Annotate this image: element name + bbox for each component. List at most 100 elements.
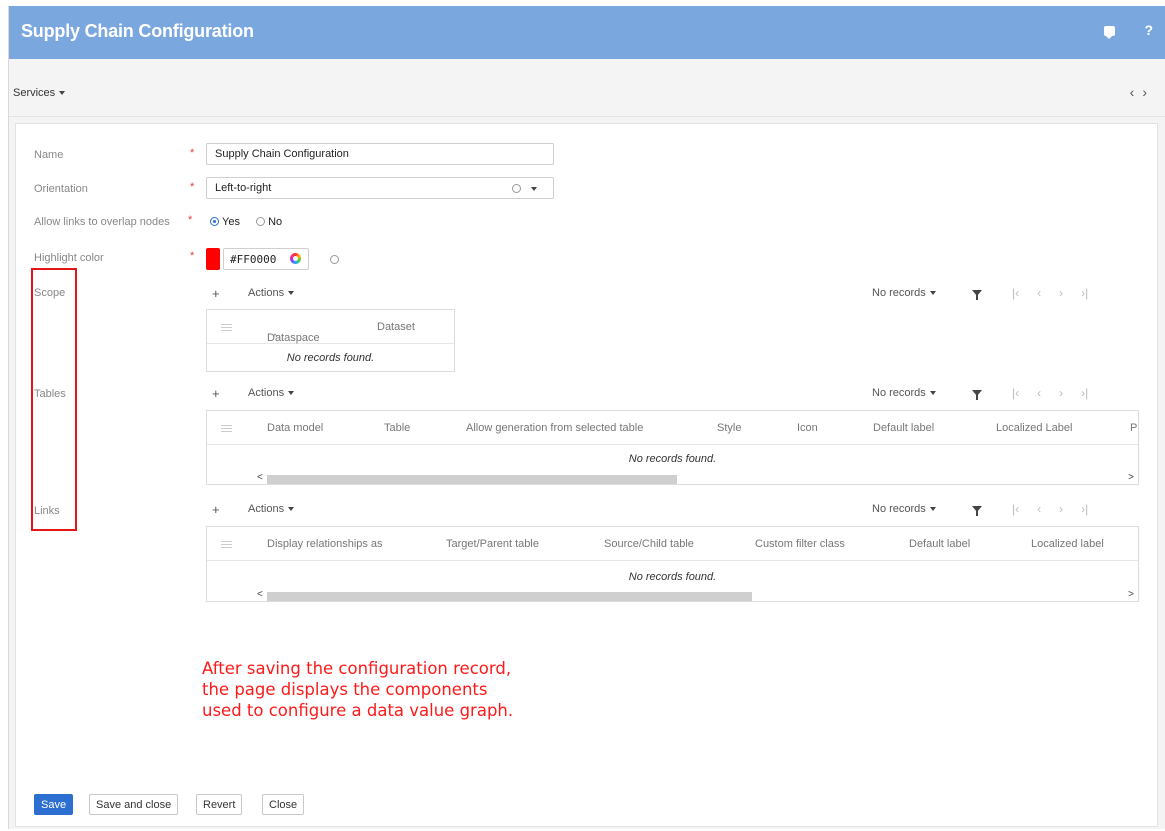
next-page-icon[interactable]: › (1059, 386, 1063, 400)
prev-page-icon[interactable]: ‹ (1037, 286, 1041, 300)
overlap-no-label: No (268, 216, 283, 228)
horizontal-scrollbar[interactable]: < > (207, 472, 1138, 484)
links-actions-menu[interactable]: Actions (248, 503, 295, 515)
services-menu[interactable]: Services (13, 87, 66, 99)
next-page-icon[interactable]: › (1059, 286, 1063, 300)
revert-button[interactable]: Revert (196, 794, 243, 815)
next-page-icon[interactable]: › (1059, 502, 1063, 516)
title-bar: Supply Chain Configuration ? (9, 6, 1165, 59)
filter-icon[interactable] (972, 506, 982, 516)
tables-grid: Data model Table Allow generation from s… (206, 410, 1139, 485)
scope-empty-message: No records found. (286, 352, 375, 364)
annotation-line: the page displays the components (202, 680, 488, 699)
column-menu-icon[interactable] (221, 324, 232, 331)
annotation-note: After saving the configuration record, t… (202, 658, 513, 721)
name-label: Name (34, 149, 64, 161)
column-header[interactable]: Custom filter class (755, 538, 845, 550)
help-icon[interactable]: ? (1144, 22, 1153, 38)
scrollbar-thumb[interactable] (267, 475, 677, 484)
links-grid: Display relationships as Target/Parent t… (206, 526, 1139, 602)
scroll-right-icon[interactable]: > (1128, 472, 1134, 483)
orientation-label: Orientation (34, 183, 88, 195)
links-grid-header: Display relationships as Target/Parent t… (207, 527, 1138, 561)
filter-icon[interactable] (972, 290, 982, 300)
last-page-icon[interactable]: ›| (1081, 386, 1088, 400)
column-header[interactable]: Default label (909, 538, 970, 550)
scope-table-toolbar: + Actions No records |‹ ‹ › ›| (212, 286, 1142, 304)
annotation-line: After saving the configuration record, (202, 659, 512, 678)
overlap-radio-group: Yes No (210, 216, 282, 228)
clear-icon[interactable] (330, 255, 339, 264)
toolbar: Services ‹› (9, 59, 1165, 117)
form-panel: Name * Supply Chain Configuration Orient… (15, 123, 1158, 827)
column-header[interactable]: Target/Parent table (446, 538, 539, 550)
window-title: Supply Chain Configuration (21, 21, 254, 41)
column-header[interactable]: Source/Child table (604, 538, 694, 550)
pager: |‹ ‹ › ›| (1012, 386, 1106, 400)
filter-icon[interactable] (972, 390, 982, 400)
name-required-marker: * (190, 147, 195, 159)
pager: |‹ ‹ › ›| (1012, 502, 1106, 516)
color-swatch[interactable] (206, 248, 220, 270)
app-window: Supply Chain Configuration ? Services ‹›… (8, 6, 1165, 829)
tables-records-menu[interactable]: No records (872, 387, 936, 399)
first-page-icon[interactable]: |‹ (1012, 286, 1019, 300)
first-page-icon[interactable]: |‹ (1012, 502, 1019, 516)
overlap-yes-label: Yes (222, 216, 240, 228)
column-header[interactable]: Localized Label (996, 422, 1072, 434)
column-header[interactable]: Data model (267, 422, 323, 434)
add-icon[interactable]: + (212, 502, 220, 517)
next-record-button[interactable]: › (1142, 84, 1155, 100)
column-header[interactable]: Table (384, 422, 410, 434)
scroll-left-icon[interactable]: < (257, 472, 263, 483)
add-icon[interactable]: + (212, 386, 220, 401)
links-table-toolbar: + Actions No records |‹ ‹ › ›| (212, 502, 1142, 520)
links-records-menu[interactable]: No records (872, 503, 936, 515)
overlap-label: Allow links to overlap nodes (34, 216, 170, 228)
column-header[interactable]: Localized label (1031, 538, 1104, 550)
previous-record-button[interactable]: ‹ (1130, 84, 1143, 100)
overlap-required-marker: * (188, 214, 193, 226)
save-button[interactable]: Save (34, 794, 74, 815)
column-header[interactable]: Icon (797, 422, 818, 434)
scope-actions-menu[interactable]: Actions (248, 287, 295, 299)
save-and-close-button[interactable]: Save and close (89, 794, 179, 815)
scroll-left-icon[interactable]: < (257, 589, 263, 600)
last-page-icon[interactable]: ›| (1081, 502, 1088, 516)
close-button[interactable]: Close (262, 794, 305, 815)
highlight-annotation-box (31, 268, 77, 531)
highlight-label: Highlight color (34, 252, 104, 264)
prev-page-icon[interactable]: ‹ (1037, 502, 1041, 516)
tables-grid-header: Data model Table Allow generation from s… (207, 411, 1138, 445)
last-page-icon[interactable]: ›| (1081, 286, 1088, 300)
orientation-value: Left-to-right (215, 182, 272, 194)
column-header[interactable]: Style (717, 422, 741, 434)
clear-icon[interactable] (512, 184, 521, 193)
name-input[interactable]: Supply Chain Configuration (206, 143, 554, 165)
scroll-right-icon[interactable]: > (1128, 589, 1134, 600)
add-icon[interactable]: + (212, 286, 220, 301)
tables-actions-menu[interactable]: Actions (248, 387, 295, 399)
chevron-down-icon[interactable] (531, 187, 537, 191)
first-page-icon[interactable]: |‹ (1012, 386, 1019, 400)
column-header[interactable]: P (1130, 422, 1137, 434)
column-header[interactable]: Allow generation from selected table (466, 422, 643, 434)
column-header[interactable]: Display relationships as (267, 538, 383, 550)
record-navigation: ‹› (1130, 84, 1155, 100)
overlap-no-radio[interactable] (256, 217, 266, 226)
scrollbar-thumb[interactable] (267, 592, 752, 601)
prev-page-icon[interactable]: ‹ (1037, 386, 1041, 400)
column-header[interactable]: Dataset (377, 321, 415, 333)
annotation-line: used to configure a data value graph. (202, 701, 514, 720)
column-menu-icon[interactable] (221, 541, 232, 548)
overlap-yes-radio[interactable] (210, 217, 219, 226)
pager: |‹ ‹ › ›| (1012, 286, 1106, 300)
chat-icon[interactable] (1104, 26, 1115, 39)
orientation-select[interactable]: Left-to-right (206, 177, 554, 199)
scope-records-menu[interactable]: No records (872, 287, 936, 299)
color-picker-icon[interactable] (290, 253, 301, 264)
horizontal-scrollbar[interactable]: < > (207, 589, 1138, 601)
column-menu-icon[interactable] (221, 425, 232, 432)
links-empty-message: No records found. (628, 571, 717, 583)
column-header[interactable]: Default label (873, 422, 934, 434)
